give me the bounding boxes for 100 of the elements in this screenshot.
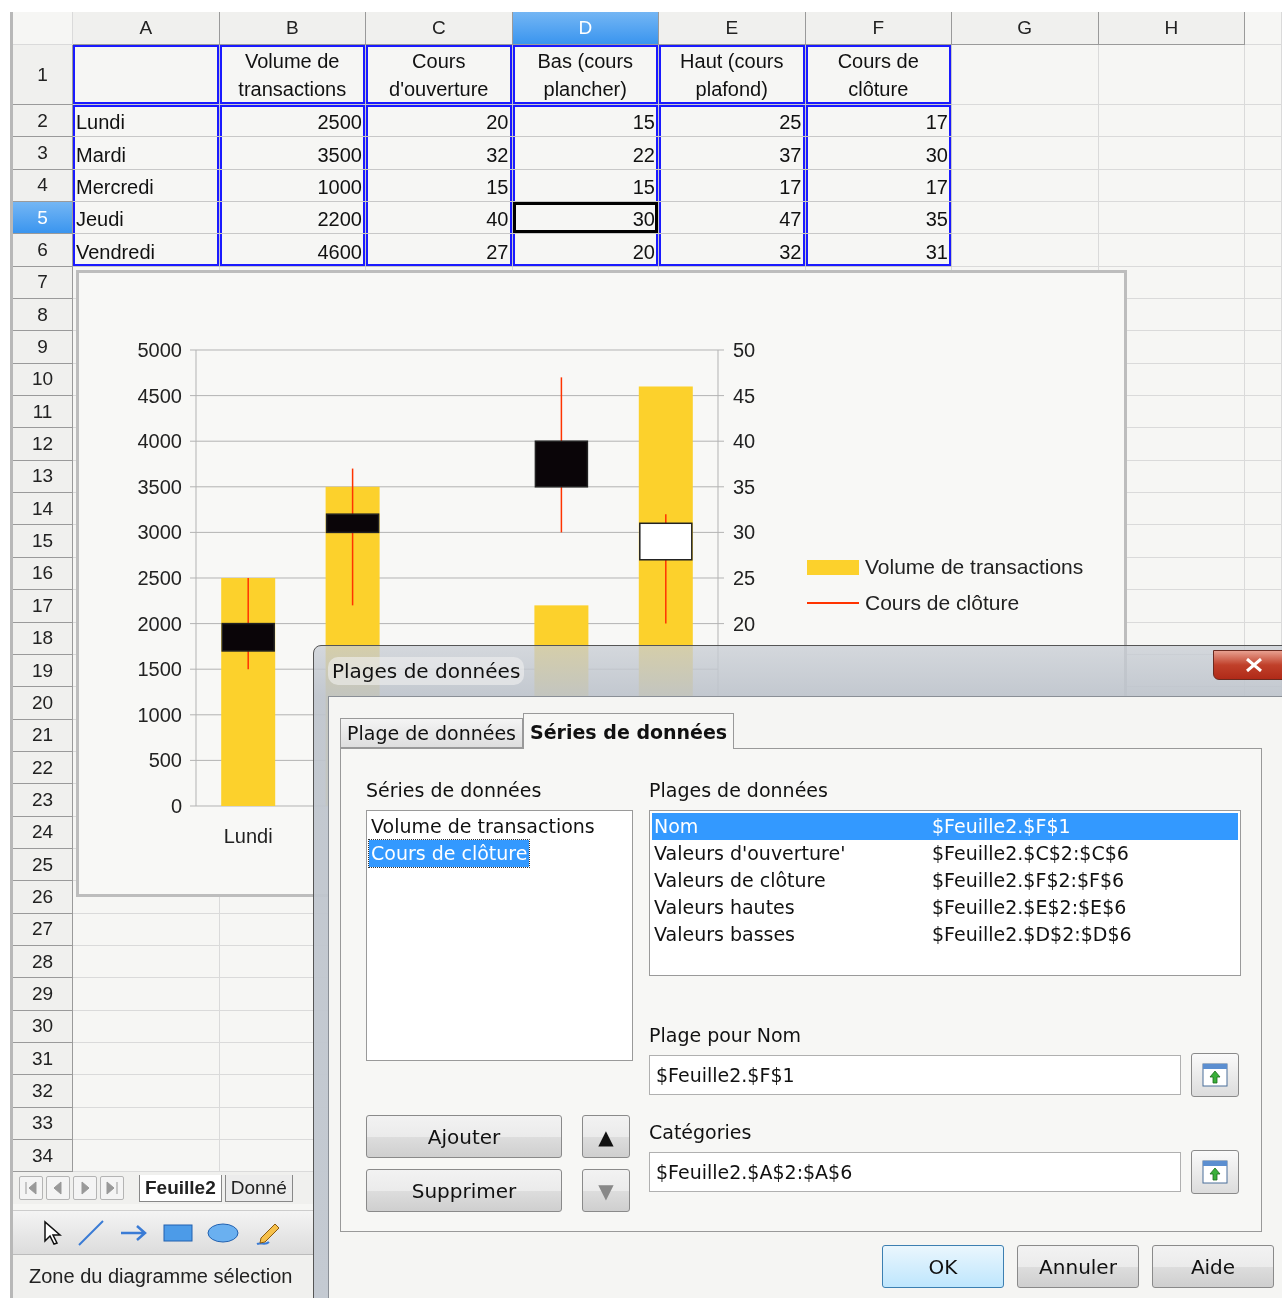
- legend-swatch: [807, 560, 859, 575]
- table-cell: [1245, 428, 1282, 461]
- row-header[interactable]: 3: [13, 137, 73, 170]
- table-cell: Cours de clôture: [805, 45, 952, 105]
- add-button[interactable]: Ajouter: [366, 1115, 562, 1158]
- dialog-button[interactable]: Aide: [1152, 1245, 1274, 1288]
- table-cell: 17: [659, 169, 806, 203]
- rectangle-icon[interactable]: [163, 1222, 193, 1243]
- row-header[interactable]: 15: [13, 525, 73, 558]
- table-cell: Jeudi: [73, 202, 220, 235]
- shrink-button[interactable]: [1191, 1150, 1239, 1194]
- close-button[interactable]: [1213, 650, 1282, 680]
- axis-label: 30: [733, 521, 756, 544]
- sheet-nav-button[interactable]: [73, 1176, 97, 1201]
- pointer-icon[interactable]: [43, 1219, 63, 1246]
- row-header[interactable]: 32: [13, 1075, 73, 1108]
- row-header[interactable]: 8: [13, 299, 73, 332]
- move-up-button[interactable]: ▲: [582, 1115, 630, 1158]
- sheet-tab[interactable]: Donné: [224, 1174, 293, 1202]
- series-list[interactable]: Volume de transactions Cours de clôture: [366, 810, 633, 1061]
- sheet-nav-button[interactable]: [100, 1176, 124, 1201]
- axis-label: 25: [733, 567, 756, 589]
- axis-label: 3500: [137, 475, 182, 498]
- table-cell: [1245, 105, 1282, 138]
- column-header[interactable]: F: [805, 12, 952, 45]
- sheet-nav-button[interactable]: [19, 1176, 43, 1201]
- axis-label: 1000: [137, 703, 182, 726]
- table-cell: 15: [366, 169, 513, 203]
- row-header[interactable]: 27: [13, 913, 73, 946]
- row-header[interactable]: 4: [13, 169, 73, 203]
- status-text: Zone du diagramme sélection: [29, 1265, 293, 1287]
- row-header[interactable]: 22: [13, 751, 73, 785]
- range-role: Valeurs d'ouverture': [654, 841, 847, 866]
- field-label: Catégories: [649, 1121, 753, 1143]
- row-header[interactable]: 16: [13, 557, 73, 591]
- row-header[interactable]: 1: [13, 45, 73, 105]
- table-cell: 30: [512, 202, 659, 235]
- row-header[interactable]: 7: [13, 266, 73, 300]
- shrink-button[interactable]: [1191, 1053, 1239, 1097]
- column-header[interactable]: A: [73, 12, 220, 45]
- shrink-icon: [1202, 1063, 1228, 1087]
- table-cell: [1245, 234, 1282, 267]
- list-item[interactable]: Volume de transactions: [369, 813, 597, 840]
- row-header[interactable]: 25: [13, 848, 73, 882]
- column-header[interactable]: H: [1098, 12, 1245, 45]
- input-field[interactable]: $Feuille2.$F$1: [649, 1055, 1181, 1095]
- row-header[interactable]: 2: [13, 105, 73, 138]
- axis-label: 0: [170, 795, 182, 817]
- row-header[interactable]: 21: [13, 719, 73, 752]
- input-field[interactable]: $Feuille2.$A$2:$A$6: [649, 1152, 1181, 1192]
- row-header[interactable]: 33: [13, 1107, 73, 1140]
- table-cell: 40: [366, 202, 513, 235]
- legend-label: Cours de clôture: [865, 591, 1020, 614]
- dialog-button[interactable]: OK: [882, 1245, 1004, 1288]
- table-cell: Vendredi: [73, 234, 220, 267]
- list-item[interactable]: Valeurs basses $Feuille2.$D$2:$D$6: [652, 921, 1238, 948]
- table-cell: [1245, 396, 1282, 429]
- row-header[interactable]: 29: [13, 978, 73, 1011]
- table-cell: 17: [805, 169, 952, 203]
- table-cell: Mardi: [73, 137, 220, 170]
- row-header[interactable]: 24: [13, 816, 73, 849]
- row-header[interactable]: 26: [13, 881, 73, 914]
- sheet-tab[interactable]: Feuille2: [139, 1174, 222, 1202]
- row-header[interactable]: 14: [13, 493, 73, 526]
- row-header[interactable]: 11: [13, 396, 73, 429]
- line-icon[interactable]: [77, 1218, 105, 1247]
- row-header[interactable]: 9: [13, 331, 73, 364]
- row-header[interactable]: 6: [13, 234, 73, 267]
- field-label: Plage pour Nom: [649, 1024, 803, 1046]
- ellipse-icon[interactable]: [207, 1221, 239, 1244]
- row-header[interactable]: 20: [13, 687, 73, 720]
- row-header[interactable]: 30: [13, 1010, 73, 1043]
- row-header[interactable]: 10: [13, 363, 73, 397]
- axis-label: 20: [733, 612, 756, 635]
- row-header[interactable]: 31: [13, 1042, 73, 1076]
- table-cell: [1245, 493, 1282, 526]
- arrow-icon[interactable]: [119, 1222, 149, 1243]
- dialog-tab[interactable]: Séries de données: [523, 713, 735, 749]
- dialog-button[interactable]: Annuler: [1017, 1245, 1139, 1288]
- sheet-nav-button[interactable]: [46, 1176, 70, 1201]
- dialog-tab[interactable]: Plage de données: [340, 718, 523, 748]
- ranges-list[interactable]: Nom $Feuille2.$F$1 Valeurs d'ouverture' $Feuille2.$C$2:$C$6 Valeurs de clôture $Feuille2.$F$2:$F$6 Valeurs hautes $Feuille2.$E$2:$E$6 Valeurs basses $Feuille2.$D$2:$D$6: [649, 810, 1241, 976]
- row-header[interactable]: 34: [13, 1140, 73, 1173]
- field-label: Séries de données: [366, 779, 543, 801]
- column-header[interactable]: G: [952, 12, 1099, 45]
- table-cell: 1000: [219, 169, 366, 203]
- row-header[interactable]: 12: [13, 428, 73, 461]
- row-header[interactable]: 17: [13, 590, 73, 623]
- row-header[interactable]: 19: [13, 654, 73, 688]
- remove-button[interactable]: Supprimer: [366, 1169, 562, 1212]
- column-header[interactable]: B: [219, 12, 366, 45]
- table-cell: 4600: [219, 234, 366, 267]
- row-header[interactable]: 18: [13, 622, 73, 655]
- row-header[interactable]: 13: [13, 460, 73, 494]
- column-header[interactable]: C: [366, 12, 513, 45]
- table-cell: [1245, 12, 1282, 45]
- column-header[interactable]: E: [659, 12, 806, 45]
- row-header[interactable]: 23: [13, 784, 73, 817]
- row-header[interactable]: 28: [13, 945, 73, 979]
- list-item[interactable]: Valeurs hautes $Feuille2.$E$2:$E$6: [652, 894, 1238, 921]
